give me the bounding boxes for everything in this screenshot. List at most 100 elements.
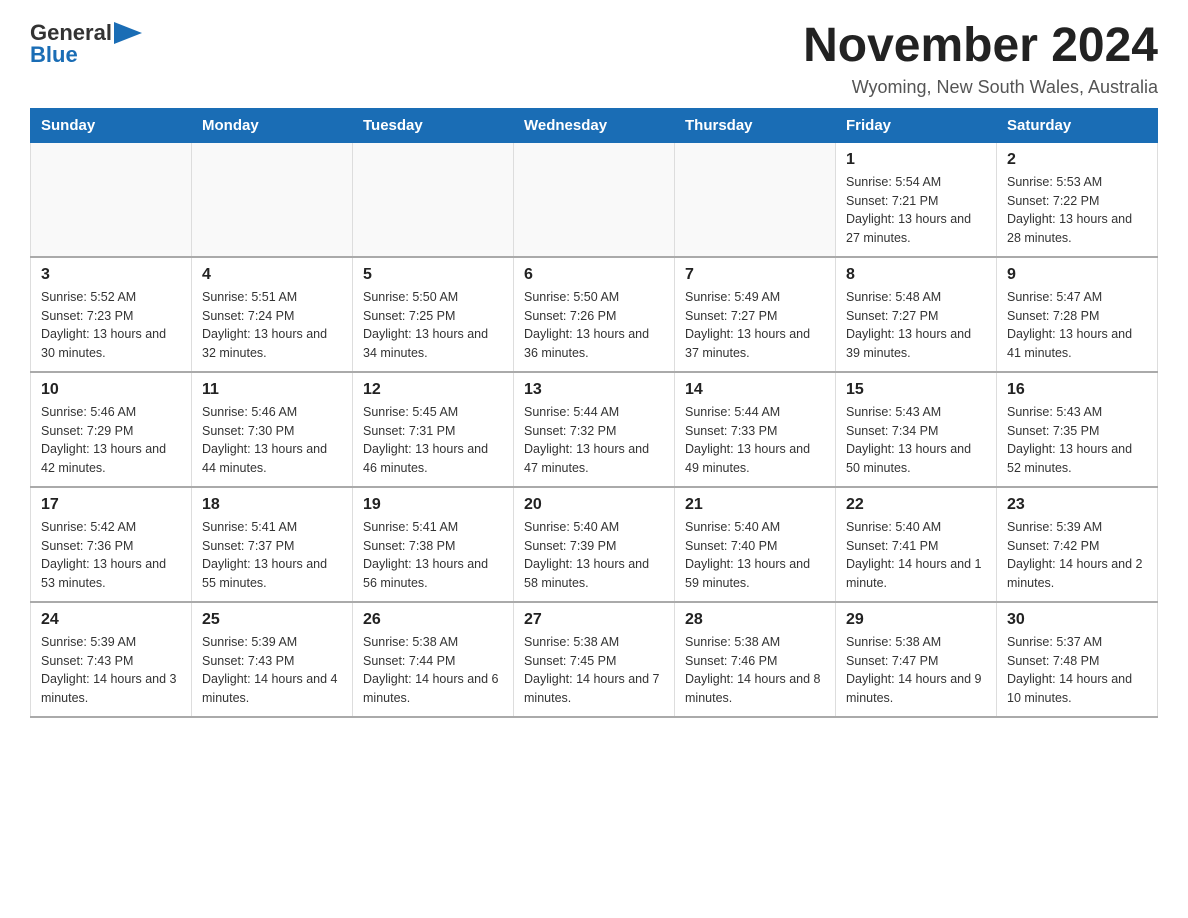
day-info: Sunrise: 5:45 AMSunset: 7:31 PMDaylight:… — [363, 403, 503, 478]
day-info: Sunrise: 5:48 AMSunset: 7:27 PMDaylight:… — [846, 288, 986, 363]
day-number: 30 — [1007, 611, 1147, 629]
day-number: 18 — [202, 496, 342, 514]
day-number: 20 — [524, 496, 664, 514]
calendar-cell: 9Sunrise: 5:47 AMSunset: 7:28 PMDaylight… — [997, 257, 1158, 372]
calendar-cell — [675, 142, 836, 257]
calendar-week-row: 24 Sunrise: 5:39 AMSunset: 7:43 PMDayligh… — [31, 602, 1158, 717]
day-info: Sunrise: 5:43 AMSunset: 7:35 PMDaylight:… — [1007, 403, 1147, 478]
day-number: 14 — [685, 381, 825, 399]
calendar-cell: 1 Sunrise: 5:54 AMSunset: 7:21 PMDaylight… — [836, 142, 997, 257]
day-info: Sunrise: 5:53 AMSunset: 7:22 PMDaylight:… — [1007, 173, 1147, 248]
day-info: Sunrise: 5:49 AMSunset: 7:27 PMDaylight:… — [685, 288, 825, 363]
day-info: Sunrise: 5:54 AMSunset: 7:21 PMDaylight:… — [846, 173, 986, 248]
day-number: 2 — [1007, 151, 1147, 169]
calendar-cell: 21 Sunrise: 5:40 AMSunset: 7:40 PMDayligh… — [675, 487, 836, 602]
calendar-cell: 12Sunrise: 5:45 AMSunset: 7:31 PMDayligh… — [353, 372, 514, 487]
day-number: 8 — [846, 266, 986, 284]
day-info: Sunrise: 5:38 AMSunset: 7:44 PMDaylight:… — [363, 633, 503, 708]
calendar-cell: 4Sunrise: 5:51 AMSunset: 7:24 PMDaylight… — [192, 257, 353, 372]
day-number: 15 — [846, 381, 986, 399]
calendar-header-sunday: Sunday — [31, 108, 192, 142]
calendar-cell: 25Sunrise: 5:39 AMSunset: 7:43 PMDayligh… — [192, 602, 353, 717]
day-number: 27 — [524, 611, 664, 629]
day-number: 23 — [1007, 496, 1147, 514]
day-info: Sunrise: 5:40 AMSunset: 7:40 PMDaylight:… — [685, 518, 825, 593]
calendar-week-row: 17 Sunrise: 5:42 AMSunset: 7:36 PMDayligh… — [31, 487, 1158, 602]
day-info: Sunrise: 5:46 AMSunset: 7:30 PMDaylight:… — [202, 403, 342, 478]
calendar-table: SundayMondayTuesdayWednesdayThursdayFrid… — [30, 108, 1158, 718]
calendar-cell: 22 Sunrise: 5:40 AMSunset: 7:41 PMDayligh… — [836, 487, 997, 602]
calendar-cell — [31, 142, 192, 257]
logo-triangle-icon — [114, 22, 142, 44]
day-number: 26 — [363, 611, 503, 629]
calendar-cell: 2 Sunrise: 5:53 AMSunset: 7:22 PMDaylight… — [997, 142, 1158, 257]
day-info: Sunrise: 5:42 AMSunset: 7:36 PMDaylight:… — [41, 518, 181, 593]
logo: General Blue — [30, 20, 142, 68]
calendar-cell: 23Sunrise: 5:39 AMSunset: 7:42 PMDayligh… — [997, 487, 1158, 602]
calendar-header-tuesday: Tuesday — [353, 108, 514, 142]
day-number: 5 — [363, 266, 503, 284]
day-number: 11 — [202, 381, 342, 399]
day-number: 7 — [685, 266, 825, 284]
day-info: Sunrise: 5:50 AMSunset: 7:25 PMDaylight:… — [363, 288, 503, 363]
calendar-cell: 10 Sunrise: 5:46 AMSunset: 7:29 PMDayligh… — [31, 372, 192, 487]
calendar-cell: 19 Sunrise: 5:41 AMSunset: 7:38 PMDayligh… — [353, 487, 514, 602]
calendar-cell: 30 Sunrise: 5:37 AMSunset: 7:48 PMDayligh… — [997, 602, 1158, 717]
calendar-header-monday: Monday — [192, 108, 353, 142]
calendar-cell: 26 Sunrise: 5:38 AMSunset: 7:44 PMDayligh… — [353, 602, 514, 717]
day-number: 29 — [846, 611, 986, 629]
calendar-cell: 5 Sunrise: 5:50 AMSunset: 7:25 PMDaylight… — [353, 257, 514, 372]
calendar-cell — [514, 142, 675, 257]
calendar-cell: 18 Sunrise: 5:41 AMSunset: 7:37 PMDayligh… — [192, 487, 353, 602]
day-info: Sunrise: 5:43 AMSunset: 7:34 PMDaylight:… — [846, 403, 986, 478]
day-info: Sunrise: 5:39 AMSunset: 7:43 PMDaylight:… — [202, 633, 342, 708]
day-number: 16 — [1007, 381, 1147, 399]
day-number: 24 — [41, 611, 181, 629]
calendar-cell: 20Sunrise: 5:40 AMSunset: 7:39 PMDayligh… — [514, 487, 675, 602]
day-number: 13 — [524, 381, 664, 399]
calendar-cell: 8 Sunrise: 5:48 AMSunset: 7:27 PMDaylight… — [836, 257, 997, 372]
day-number: 1 — [846, 151, 986, 169]
day-number: 28 — [685, 611, 825, 629]
day-number: 3 — [41, 266, 181, 284]
calendar-cell: 27 Sunrise: 5:38 AMSunset: 7:45 PMDayligh… — [514, 602, 675, 717]
day-number: 10 — [41, 381, 181, 399]
calendar-cell: 6 Sunrise: 5:50 AMSunset: 7:26 PMDaylight… — [514, 257, 675, 372]
day-info: Sunrise: 5:41 AMSunset: 7:37 PMDaylight:… — [202, 518, 342, 593]
calendar-cell: 28 Sunrise: 5:38 AMSunset: 7:46 PMDayligh… — [675, 602, 836, 717]
calendar-cell: 24Sunrise: 5:39 AMSunset: 7:43 PMDayligh… — [31, 602, 192, 717]
day-info: Sunrise: 5:38 AMSunset: 7:46 PMDaylight:… — [685, 633, 825, 708]
calendar-cell: 17 Sunrise: 5:42 AMSunset: 7:36 PMDayligh… — [31, 487, 192, 602]
calendar-cell: 15 Sunrise: 5:43 AMSunset: 7:34 PMDayligh… — [836, 372, 997, 487]
logo-blue-text: Blue — [30, 42, 78, 68]
day-info: Sunrise: 5:50 AMSunset: 7:26 PMDaylight:… — [524, 288, 664, 363]
day-number: 21 — [685, 496, 825, 514]
day-info: Sunrise: 5:46 AMSunset: 7:29 PMDaylight:… — [41, 403, 181, 478]
calendar-week-row: 10 Sunrise: 5:46 AMSunset: 7:29 PMDayligh… — [31, 372, 1158, 487]
calendar-cell: 13 Sunrise: 5:44 AMSunset: 7:32 PMDayligh… — [514, 372, 675, 487]
day-info: Sunrise: 5:41 AMSunset: 7:38 PMDaylight:… — [363, 518, 503, 593]
calendar-cell: 3 Sunrise: 5:52 AMSunset: 7:23 PMDaylight… — [31, 257, 192, 372]
calendar-header-wednesday: Wednesday — [514, 108, 675, 142]
day-number: 9 — [1007, 266, 1147, 284]
day-info: Sunrise: 5:37 AMSunset: 7:48 PMDaylight:… — [1007, 633, 1147, 708]
calendar-week-row: 1 Sunrise: 5:54 AMSunset: 7:21 PMDaylight… — [31, 142, 1158, 257]
calendar-week-row: 3 Sunrise: 5:52 AMSunset: 7:23 PMDaylight… — [31, 257, 1158, 372]
day-info: Sunrise: 5:44 AMSunset: 7:32 PMDaylight:… — [524, 403, 664, 478]
day-number: 19 — [363, 496, 503, 514]
calendar-cell — [192, 142, 353, 257]
calendar-cell: 16 Sunrise: 5:43 AMSunset: 7:35 PMDayligh… — [997, 372, 1158, 487]
day-info: Sunrise: 5:52 AMSunset: 7:23 PMDaylight:… — [41, 288, 181, 363]
calendar-cell — [353, 142, 514, 257]
day-number: 22 — [846, 496, 986, 514]
day-number: 17 — [41, 496, 181, 514]
calendar-cell: 29Sunrise: 5:38 AMSunset: 7:47 PMDayligh… — [836, 602, 997, 717]
page-header: General Blue November 2024 Wyoming, New … — [30, 20, 1158, 98]
calendar-header-saturday: Saturday — [997, 108, 1158, 142]
title-section: November 2024 Wyoming, New South Wales, … — [803, 20, 1158, 98]
day-info: Sunrise: 5:40 AMSunset: 7:41 PMDaylight:… — [846, 518, 986, 593]
day-info: Sunrise: 5:38 AMSunset: 7:45 PMDaylight:… — [524, 633, 664, 708]
day-number: 6 — [524, 266, 664, 284]
month-title: November 2024 — [803, 20, 1158, 73]
calendar-header-thursday: Thursday — [675, 108, 836, 142]
